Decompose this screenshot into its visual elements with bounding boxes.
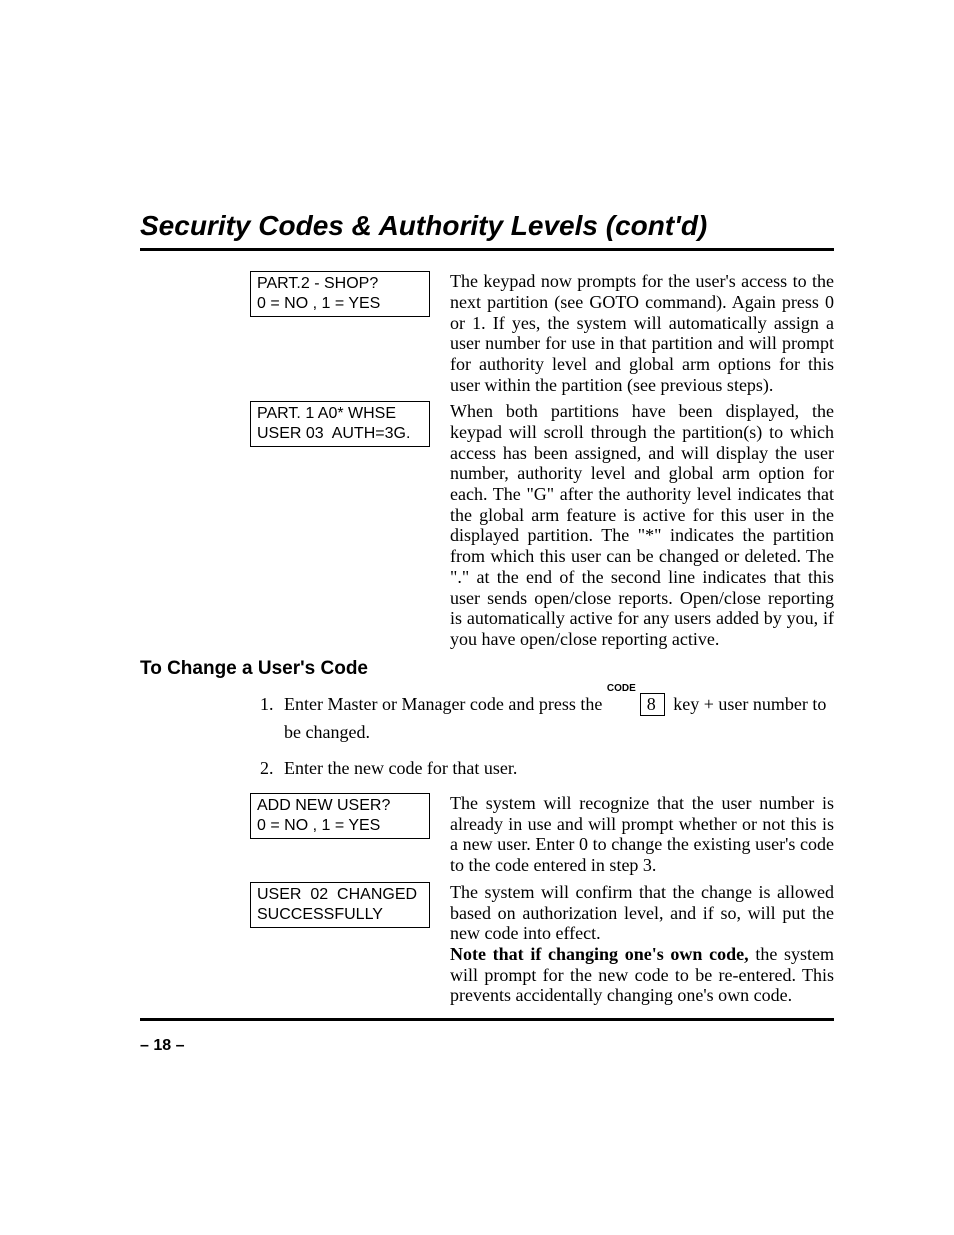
- paragraph-text: The system will confirm that the change …: [450, 882, 834, 943]
- lcd-column: PART. 1 A0* WHSE USER 03 AUTH=3G.: [250, 401, 430, 459]
- lcd-line: USER 02 CHANGED: [257, 886, 417, 903]
- paragraph: The keypad now prompts for the user's ac…: [450, 271, 834, 395]
- steps-list: Enter Master or Manager code and press t…: [250, 691, 834, 783]
- lcd-line: SUCCESSFULLY: [257, 906, 383, 923]
- section-row: USER 02 CHANGED SUCCESSFULLY The system …: [140, 882, 834, 1006]
- paragraph: When both partitions have been displayed…: [450, 401, 834, 649]
- page-title: Security Codes & Authority Levels (cont'…: [140, 210, 834, 251]
- lcd-column: USER 02 CHANGED SUCCESSFULLY: [250, 882, 430, 940]
- paragraph: The system will confirm that the change …: [450, 882, 834, 1006]
- note-emphasis: Note that if changing one's own code,: [450, 944, 755, 964]
- lcd-line: ADD NEW USER?: [257, 797, 390, 814]
- lcd-line: 0 = NO , 1 = YES: [257, 817, 380, 834]
- step-text: Enter the new code for that user.: [284, 758, 517, 778]
- section-row: PART.2 - SHOP? 0 = NO , 1 = YES The keyp…: [140, 271, 834, 395]
- lcd-line: USER 03 AUTH=3G.: [257, 425, 410, 442]
- keycap-label: CODE: [607, 681, 636, 697]
- lcd-display-partition-prompt: PART.2 - SHOP? 0 = NO , 1 = YES: [250, 271, 430, 317]
- step-text: Enter Master or Manager code and press t…: [284, 694, 607, 714]
- manual-page: Security Codes & Authority Levels (cont'…: [0, 0, 954, 1235]
- page-number: – 18 –: [140, 1037, 184, 1055]
- lcd-column: PART.2 - SHOP? 0 = NO , 1 = YES: [250, 271, 430, 329]
- lcd-line: PART. 1 A0* WHSE: [257, 405, 396, 422]
- step-item: Enter Master or Manager code and press t…: [278, 691, 834, 747]
- step-item: Enter the new code for that user.: [278, 755, 834, 783]
- section-heading-change-code: To Change a User's Code: [140, 658, 834, 680]
- bottom-rule: [140, 1018, 834, 1021]
- paragraph: The system will recognize that the user …: [450, 793, 834, 876]
- keycap-8: 8: [640, 693, 665, 716]
- section-row: PART. 1 A0* WHSE USER 03 AUTH=3G. When b…: [140, 401, 834, 649]
- section-row: ADD NEW USER? 0 = NO , 1 = YES The syste…: [140, 793, 834, 876]
- lcd-display-user-changed: USER 02 CHANGED SUCCESSFULLY: [250, 882, 430, 928]
- lcd-display-partition-scroll: PART. 1 A0* WHSE USER 03 AUTH=3G.: [250, 401, 430, 447]
- lcd-line: 0 = NO , 1 = YES: [257, 295, 380, 312]
- lcd-display-add-new-user: ADD NEW USER? 0 = NO , 1 = YES: [250, 793, 430, 839]
- lcd-line: PART.2 - SHOP?: [257, 275, 378, 292]
- lcd-column: ADD NEW USER? 0 = NO , 1 = YES: [250, 793, 430, 851]
